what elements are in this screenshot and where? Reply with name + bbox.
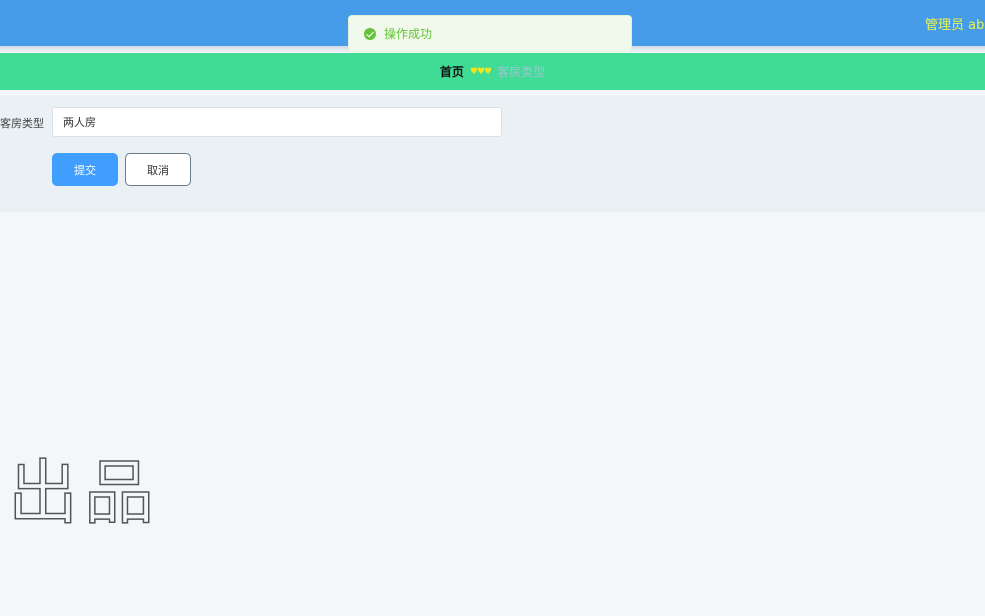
breadcrumb-current: 客房类型 (497, 65, 546, 79)
breadcrumb-home[interactable]: 首页 (440, 63, 464, 80)
watermark-text: 出品 (7, 452, 160, 534)
room-type-input[interactable] (52, 107, 502, 137)
toast-message: 操作成功 (384, 27, 433, 41)
cancel-button[interactable]: 取消 (125, 153, 191, 186)
edit-form: 客房类型 提交 取消 (0, 95, 985, 212)
check-circle-icon (364, 27, 376, 40)
submit-button[interactable]: 提交 (52, 153, 118, 186)
room-type-label: 客房类型 (0, 117, 44, 130)
heart-separator-icon: ♥♥♥ (469, 66, 492, 77)
breadcrumb: 首页 ♥♥♥ 客房类型 (0, 53, 985, 90)
success-toast: 操作成功 (348, 15, 632, 52)
user-label[interactable]: 管理员 ab (925, 14, 985, 33)
